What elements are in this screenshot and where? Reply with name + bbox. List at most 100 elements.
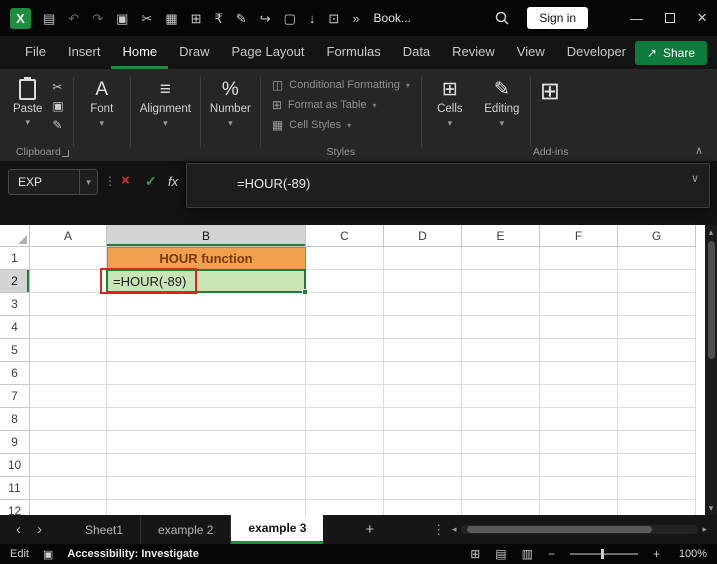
scroll-down-icon[interactable]: ▾ xyxy=(709,501,714,515)
row-header-5[interactable]: 5 xyxy=(0,339,30,362)
col-header-F[interactable]: F xyxy=(540,225,618,247)
cell-F8[interactable] xyxy=(540,408,618,431)
cell-A2[interactable] xyxy=(30,270,107,293)
row-header-6[interactable]: 6 xyxy=(0,362,30,385)
col-header-C[interactable]: C xyxy=(306,225,384,247)
cell-E8[interactable] xyxy=(462,408,540,431)
zoom-out-button[interactable]: − xyxy=(548,547,555,561)
tab-file[interactable]: File xyxy=(14,36,57,69)
fill-handle[interactable] xyxy=(302,289,308,295)
addins-group[interactable]: ⊞ Add-ins xyxy=(533,73,567,161)
cell-G9[interactable] xyxy=(618,431,696,454)
cut-icon[interactable]: ✂ xyxy=(52,81,63,93)
cell-G1[interactable] xyxy=(618,247,696,270)
cell-D3[interactable] xyxy=(384,293,462,316)
cell-D1[interactable] xyxy=(384,247,462,270)
row-header-2[interactable]: 2 xyxy=(0,270,30,293)
undo-icon[interactable]: ↶ xyxy=(68,12,79,25)
cell-G5[interactable] xyxy=(618,339,696,362)
cell-A4[interactable] xyxy=(30,316,107,339)
col-header-D[interactable]: D xyxy=(384,225,462,247)
cell-C12[interactable] xyxy=(306,500,384,515)
cell-G2[interactable] xyxy=(618,270,696,293)
cell-D2[interactable] xyxy=(384,270,462,293)
close-button[interactable]: × xyxy=(697,8,707,28)
cell-A1[interactable] xyxy=(30,247,107,270)
cancel-entry-button[interactable]: × xyxy=(121,172,130,189)
name-box-caret-icon[interactable]: ▾ xyxy=(79,170,97,194)
cell-G10[interactable] xyxy=(618,454,696,477)
cell-E10[interactable] xyxy=(462,454,540,477)
overflow-icon[interactable]: » xyxy=(352,12,359,25)
sheet-tab-example-2[interactable]: example 2 xyxy=(141,515,231,544)
row-header-3[interactable]: 3 xyxy=(0,293,30,316)
tab-view[interactable]: View xyxy=(506,36,556,69)
sheet-options-icon[interactable]: ⋮ xyxy=(432,522,445,538)
row-header-9[interactable]: 9 xyxy=(0,431,30,454)
cell-B8[interactable] xyxy=(107,408,306,431)
cell-D10[interactable] xyxy=(384,454,462,477)
cell-B12[interactable] xyxy=(107,500,306,515)
cell-C10[interactable] xyxy=(306,454,384,477)
share-button[interactable]: ↗ Share xyxy=(635,41,707,65)
tab-formulas[interactable]: Formulas xyxy=(316,36,392,69)
cell-B11[interactable] xyxy=(107,477,306,500)
row-header-1[interactable]: 1 xyxy=(0,247,30,270)
cell-E7[interactable] xyxy=(462,385,540,408)
cell-E2[interactable] xyxy=(462,270,540,293)
editing-group-button[interactable]: ✎ Editing ▾ xyxy=(476,73,528,161)
cell-E3[interactable] xyxy=(462,293,540,316)
redo-icon[interactable]: ↷ xyxy=(92,12,103,25)
cell-B5[interactable] xyxy=(107,339,306,362)
cell-A7[interactable] xyxy=(30,385,107,408)
cell-A6[interactable] xyxy=(30,362,107,385)
clipboard-dialog-launcher-icon[interactable] xyxy=(62,150,69,157)
expand-formula-bar-icon[interactable]: ∨ xyxy=(691,172,699,185)
cell-C4[interactable] xyxy=(306,316,384,339)
cell-G11[interactable] xyxy=(618,477,696,500)
cell-C8[interactable] xyxy=(306,408,384,431)
cell-A3[interactable] xyxy=(30,293,107,316)
cell-A5[interactable] xyxy=(30,339,107,362)
tab-developer[interactable]: Developer xyxy=(556,36,637,69)
cell-B6[interactable] xyxy=(107,362,306,385)
tab-home[interactable]: Home xyxy=(111,36,168,69)
cell-E1[interactable] xyxy=(462,247,540,270)
insert-function-button[interactable]: fx xyxy=(168,174,178,189)
horizontal-scroll-thumb[interactable] xyxy=(467,526,652,533)
cell-F2[interactable] xyxy=(540,270,618,293)
alignment-group-button[interactable]: ≡ Alignment ▾ xyxy=(133,73,198,161)
number-group-button[interactable]: % Number ▾ xyxy=(203,73,258,161)
cell-G12[interactable] xyxy=(618,500,696,515)
cell-A12[interactable] xyxy=(30,500,107,515)
format-painter-icon[interactable]: ✎ xyxy=(52,119,63,131)
sign-in-button[interactable]: Sign in xyxy=(527,7,588,29)
cell-F5[interactable] xyxy=(540,339,618,362)
cell-B9[interactable] xyxy=(107,431,306,454)
tab-page-layout[interactable]: Page Layout xyxy=(221,36,316,69)
cut-icon[interactable]: ✂ xyxy=(141,12,152,25)
cell-G8[interactable] xyxy=(618,408,696,431)
font-group-button[interactable]: A Font ▾ xyxy=(76,73,128,161)
zoom-level[interactable]: 100% xyxy=(675,548,707,560)
collapse-ribbon-icon[interactable]: ∧ xyxy=(695,144,703,157)
cell-D6[interactable] xyxy=(384,362,462,385)
zoom-in-button[interactable]: + xyxy=(653,547,660,561)
cell-F3[interactable] xyxy=(540,293,618,316)
cell-A11[interactable] xyxy=(30,477,107,500)
cell-A9[interactable] xyxy=(30,431,107,454)
cell-B10[interactable] xyxy=(107,454,306,477)
name-box[interactable]: EXP ▾ xyxy=(8,169,98,195)
normal-view-icon[interactable]: ⊞ xyxy=(470,547,480,561)
tab-review[interactable]: Review xyxy=(441,36,506,69)
cell-G4[interactable] xyxy=(618,316,696,339)
format-painter-icon[interactable]: ✎ xyxy=(236,12,247,25)
download-icon[interactable]: ↓ xyxy=(309,12,316,25)
cell-C11[interactable] xyxy=(306,477,384,500)
copy-icon[interactable]: ▣ xyxy=(52,100,63,112)
camera-icon[interactable]: ⊡ xyxy=(328,12,339,25)
row-header-12[interactable]: 12 xyxy=(0,500,30,515)
zoom-slider-thumb[interactable] xyxy=(601,549,604,559)
select-all-corner[interactable] xyxy=(0,225,30,247)
cell-B7[interactable] xyxy=(107,385,306,408)
